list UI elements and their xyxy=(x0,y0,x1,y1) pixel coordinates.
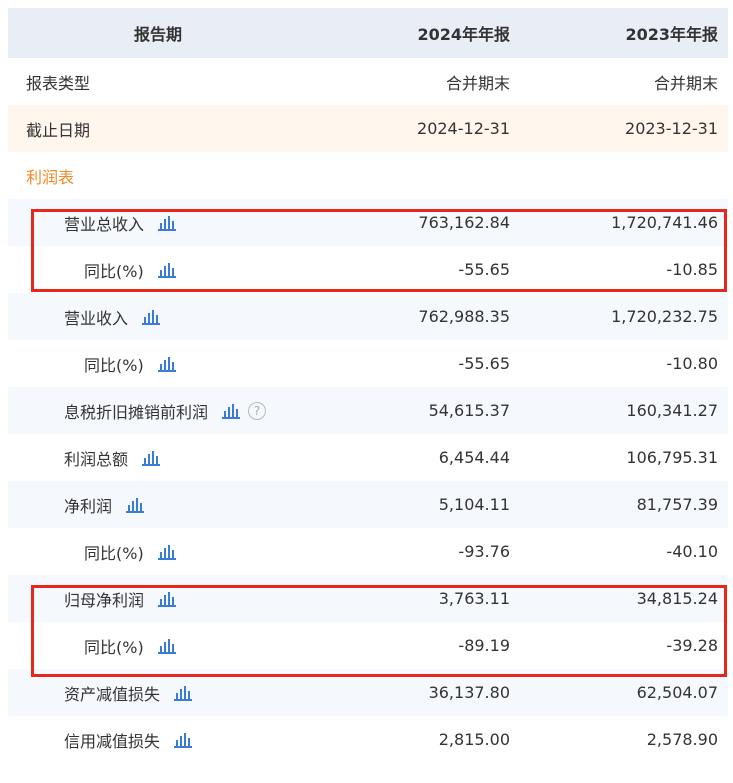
bar-chart-icon[interactable] xyxy=(174,685,193,701)
row-label: 报表类型 xyxy=(26,73,91,93)
bar-chart-icon[interactable] xyxy=(126,497,145,513)
value-2024: -93.76 xyxy=(458,542,510,561)
row-ebitda: 息税折旧摊销前利润 ? 54,615.37 160,341.27 xyxy=(8,387,728,434)
value-2023: 81,757.39 xyxy=(636,495,718,514)
bar-chart-icon[interactable] xyxy=(142,450,161,466)
bar-chart-icon[interactable] xyxy=(157,544,176,560)
value-2024: -89.19 xyxy=(458,636,510,655)
value-2023: 2,578.90 xyxy=(646,730,718,749)
row-label: 净利润 xyxy=(64,496,113,516)
row-label: 利润总额 xyxy=(64,449,129,469)
row-total-operating-revenue: 营业总收入 763,162.84 1,720,741.46 xyxy=(8,199,728,246)
row-label: 同比(%) xyxy=(84,543,144,563)
value-2023: 合并期末 xyxy=(653,73,718,93)
value-2023: 106,795.31 xyxy=(626,448,718,467)
value-2024: 合并期末 xyxy=(445,73,510,93)
row-label-cell: 同比(%) xyxy=(8,528,310,575)
row-end-date: 截止日期 2024-12-31 2023-12-31 xyxy=(8,105,728,152)
row-label-cell: 营业收入 xyxy=(8,293,310,340)
row-label: 同比(%) xyxy=(84,261,144,281)
value-2024: 3,763.11 xyxy=(438,589,510,608)
row-label-cell: 信用减值损失 xyxy=(8,716,310,763)
row-label: 同比(%) xyxy=(84,637,144,657)
row-total-revenue-yoy: 同比(%) -55.65 -10.85 xyxy=(8,246,728,293)
row-asset-impairment-loss: 资产减值损失 36,137.80 62,504.07 xyxy=(8,669,728,716)
row-label: 营业收入 xyxy=(64,308,129,328)
row-operating-revenue-yoy: 同比(%) -55.65 -10.80 xyxy=(8,340,728,387)
value-2024: 6,454.44 xyxy=(438,448,510,467)
row-label-cell: 息税折旧摊销前利润 ? xyxy=(8,387,310,434)
value-2023: 2023-12-31 xyxy=(625,119,718,138)
value-2023: -10.80 xyxy=(666,354,718,373)
row-label: 息税折旧摊销前利润 xyxy=(64,402,209,422)
row-label: 信用减值损失 xyxy=(64,731,161,751)
value-2023: -10.85 xyxy=(666,260,718,279)
row-parent-net-profit-yoy: 同比(%) -89.19 -39.28 xyxy=(8,622,728,669)
value-2024: 762,988.35 xyxy=(418,307,510,326)
row-net-profit: 净利润 5,104.11 81,757.39 xyxy=(8,481,728,528)
section-income-statement: 利润表 xyxy=(8,152,728,199)
row-parent-net-profit: 归母净利润 3,763.11 34,815.24 xyxy=(8,575,728,622)
row-report-type: 报表类型 合并期末 合并期末 xyxy=(8,58,728,105)
value-2023: 160,341.27 xyxy=(626,401,718,420)
value-2023: 1,720,232.75 xyxy=(611,307,718,326)
row-label: 截止日期 xyxy=(26,120,91,140)
row-net-profit-yoy: 同比(%) -93.76 -40.10 xyxy=(8,528,728,575)
row-label: 归母净利润 xyxy=(64,590,145,610)
value-2023: 1,720,741.46 xyxy=(611,213,718,232)
row-label-cell: 营业总收入 xyxy=(8,199,310,246)
table-header: 报告期 2024年年报 2023年年报 xyxy=(8,8,728,58)
value-2024: 763,162.84 xyxy=(418,213,510,232)
section-title: 利润表 xyxy=(26,167,75,187)
value-2024: -55.65 xyxy=(458,354,510,373)
bar-chart-icon[interactable] xyxy=(222,403,241,419)
row-credit-impairment-loss: 信用减值损失 2,815.00 2,578.90 xyxy=(8,716,728,763)
row-label: 同比(%) xyxy=(84,355,144,375)
row-label: 营业总收入 xyxy=(64,214,145,234)
row-label-cell: 同比(%) xyxy=(8,340,310,387)
value-2024: 2,815.00 xyxy=(438,730,510,749)
bar-chart-icon[interactable] xyxy=(157,638,176,654)
financial-table: 报告期 2024年年报 2023年年报 报表类型 合并期末 合并期末 截止日期 … xyxy=(8,8,728,763)
row-total-profit: 利润总额 6,454.44 106,795.31 xyxy=(8,434,728,481)
bar-chart-icon[interactable] xyxy=(158,215,177,231)
value-2023: -40.10 xyxy=(666,542,718,561)
bar-chart-icon[interactable] xyxy=(174,732,193,748)
bar-chart-icon[interactable] xyxy=(142,309,161,325)
value-2024: 2024-12-31 xyxy=(417,119,510,138)
row-label-cell: 同比(%) xyxy=(8,246,310,293)
row-label-cell: 净利润 xyxy=(8,481,310,528)
header-report-period: 报告期 xyxy=(133,25,182,44)
row-label-cell: 资产减值损失 xyxy=(8,669,310,716)
value-2023: 34,815.24 xyxy=(636,589,718,608)
row-label-cell: 归母净利润 xyxy=(8,575,310,622)
value-2023: 62,504.07 xyxy=(636,683,718,702)
header-2023-annual[interactable]: 2023年年报 xyxy=(520,8,728,58)
value-2024: 36,137.80 xyxy=(428,683,510,702)
header-2024-annual[interactable]: 2024年年报 xyxy=(310,8,520,58)
question-mark-icon[interactable]: ? xyxy=(248,401,267,420)
value-2024: -55.65 xyxy=(458,260,510,279)
value-2024: 5,104.11 xyxy=(438,495,510,514)
row-label-cell: 利润总额 xyxy=(8,434,310,481)
row-operating-revenue: 营业收入 762,988.35 1,720,232.75 xyxy=(8,293,728,340)
bar-chart-icon[interactable] xyxy=(157,262,176,278)
value-2024: 54,615.37 xyxy=(428,401,510,420)
value-2023: -39.28 xyxy=(666,636,718,655)
row-label: 资产减值损失 xyxy=(64,684,161,704)
bar-chart-icon[interactable] xyxy=(158,591,177,607)
row-label-cell: 同比(%) xyxy=(8,622,310,669)
bar-chart-icon[interactable] xyxy=(157,356,176,372)
